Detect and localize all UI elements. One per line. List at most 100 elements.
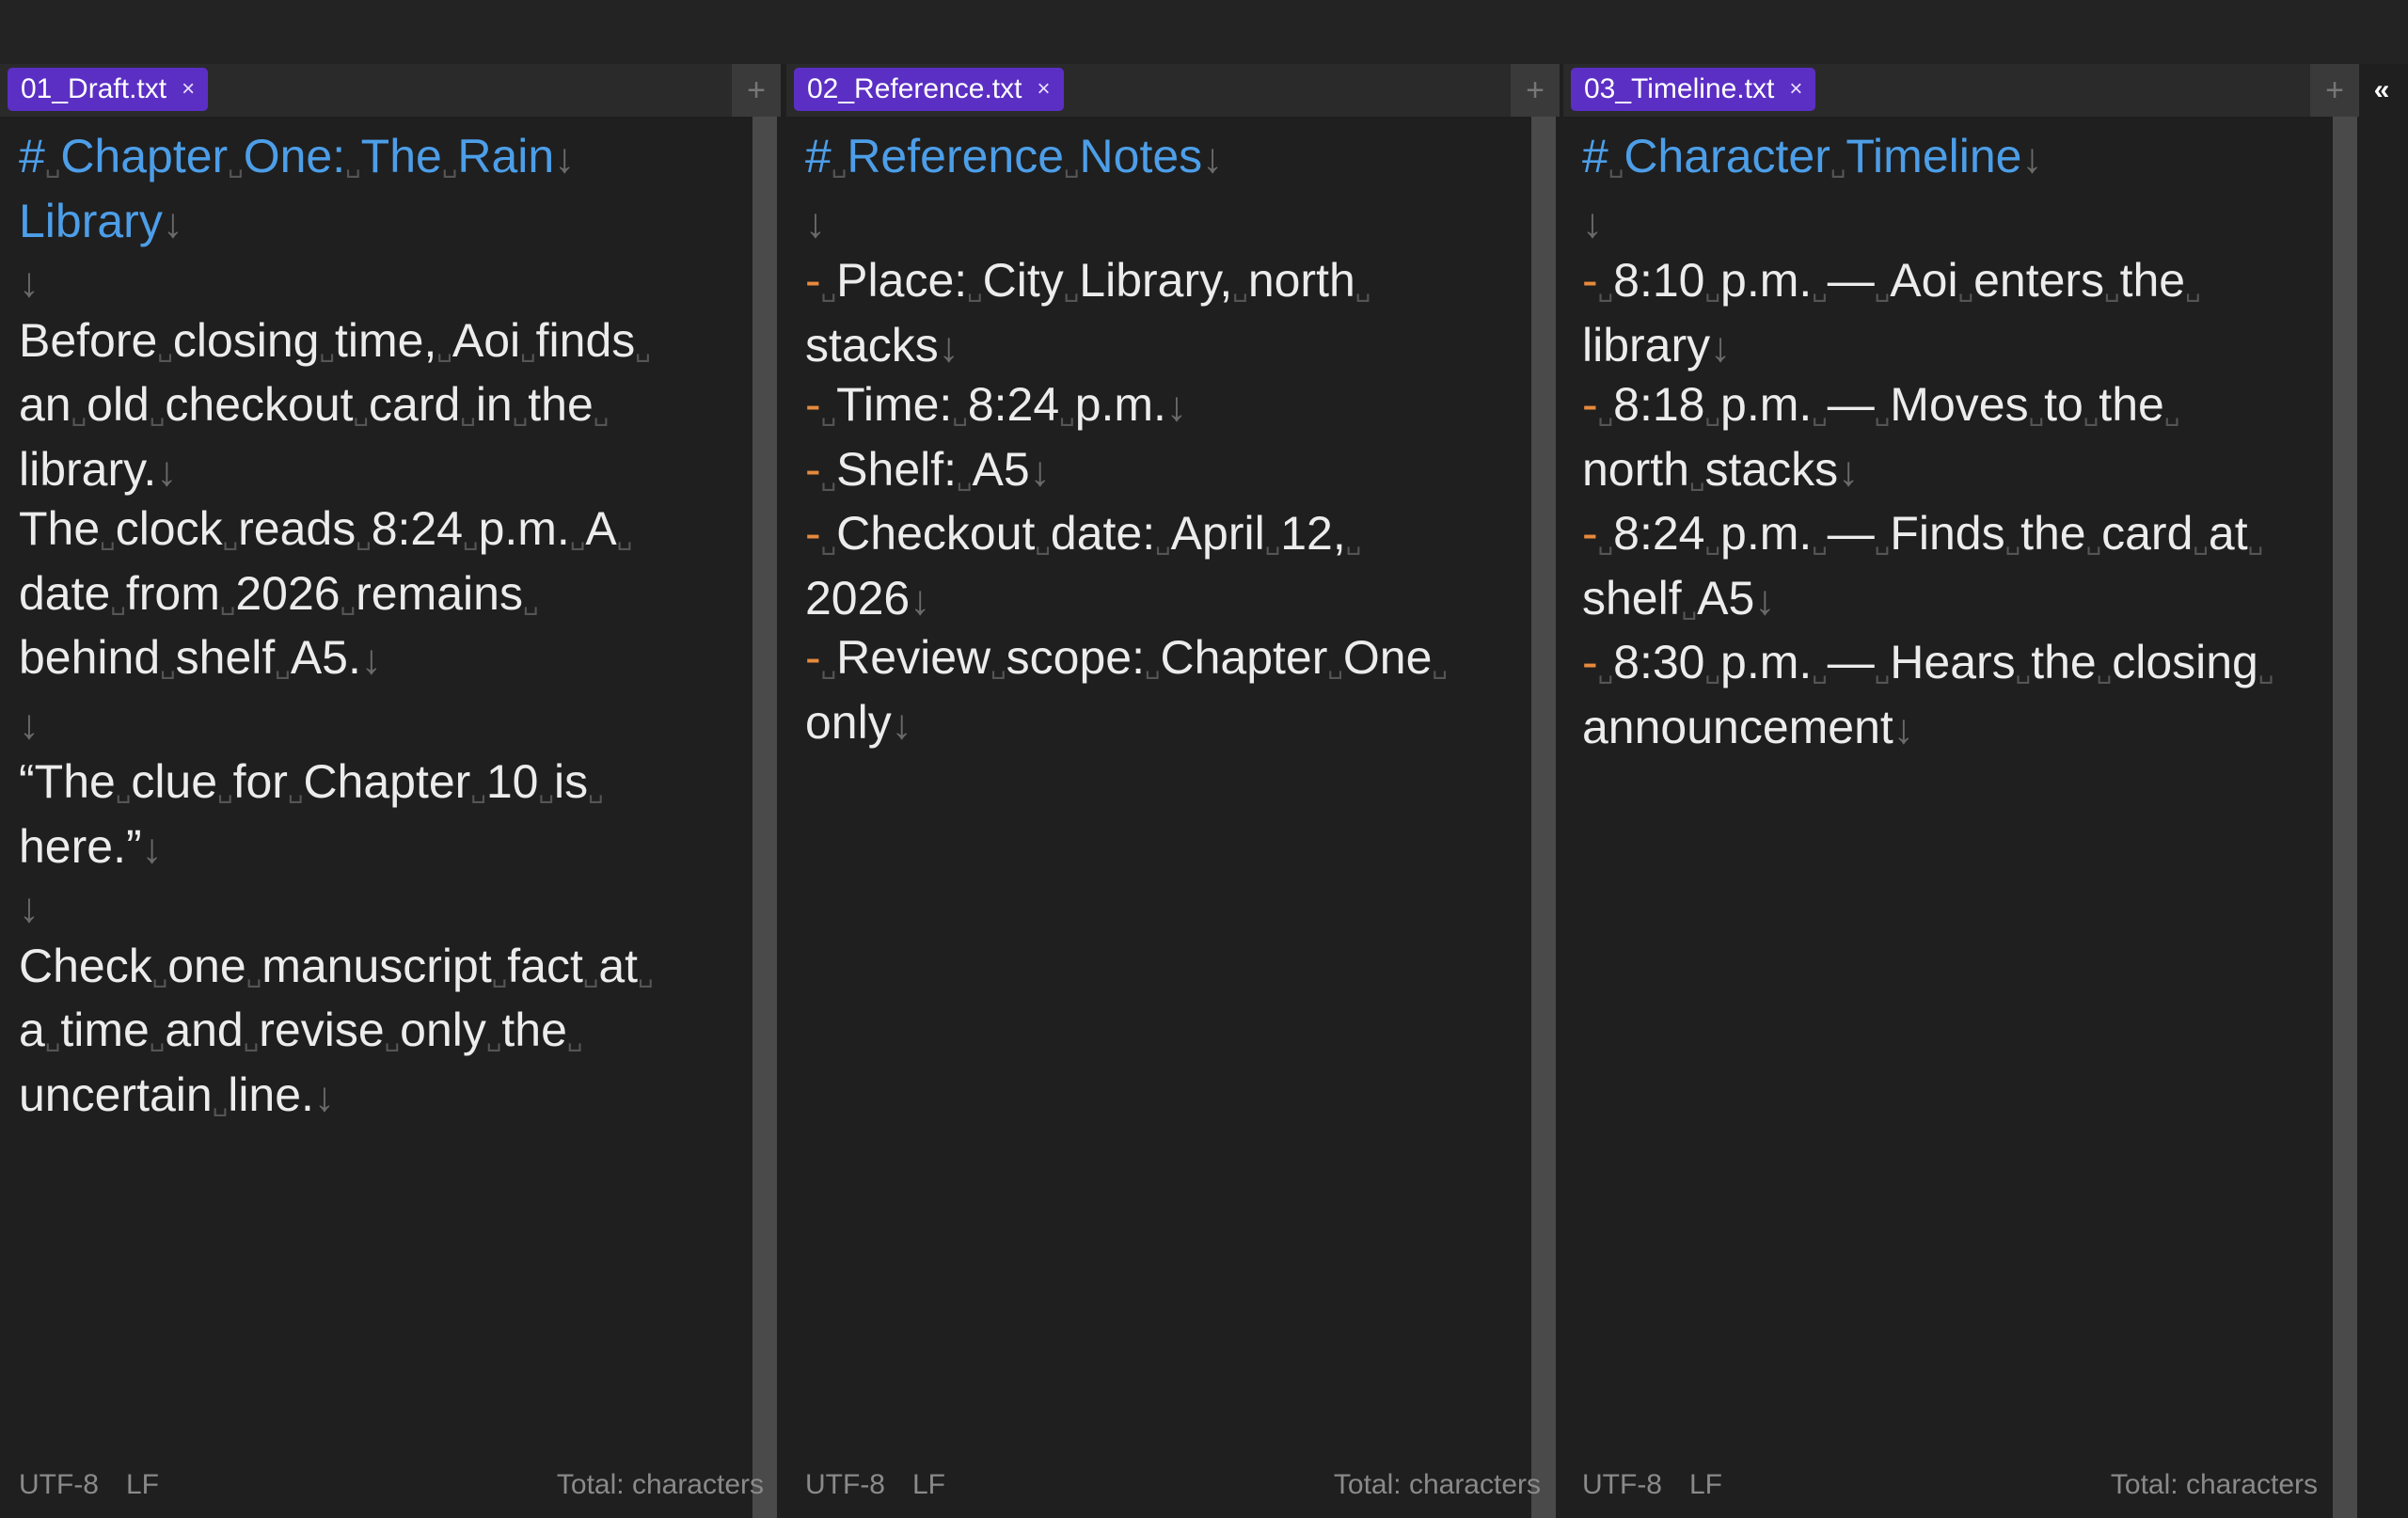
space-marker: ␣ [463, 522, 479, 550]
line-text: One [1342, 631, 1433, 684]
space-marker: ␣ [1064, 150, 1080, 178]
space-marker: ␣ [2193, 527, 2209, 555]
space-marker: ␣ [1874, 656, 1891, 684]
close-icon[interactable]: × [182, 76, 195, 103]
text-line: -␣Shelf:␣A5↓ [805, 441, 1448, 506]
line-text: Chapter [303, 755, 471, 808]
space-marker: ␣ [441, 150, 458, 178]
line-text: for [232, 755, 288, 808]
text-line: ↓ [805, 193, 1448, 253]
text-line: announcement↓ [1582, 699, 2273, 759]
line-text: “The [19, 755, 116, 808]
text-line: Before␣closing␣time,␣Aoi␣finds␣ [19, 312, 654, 377]
text-line: ↓ [1582, 193, 2273, 253]
text-line: 2026↓ [805, 570, 1448, 630]
space-marker: ␣ [228, 150, 244, 178]
newline-marker: ↓ [910, 577, 931, 624]
space-marker: ␣ [485, 1023, 502, 1052]
space-marker: ␣ [2004, 527, 2021, 555]
new-tab-button[interactable]: + [1511, 64, 1560, 117]
bullet-marker: - [805, 254, 821, 307]
collapse-panel-icon[interactable]: « [2363, 71, 2400, 109]
scrollbar[interactable] [1531, 117, 1556, 1518]
tab-reference[interactable]: 02_Reference.txt × [794, 68, 1064, 111]
space-marker: ␣ [384, 1023, 401, 1052]
space-marker: ␣ [353, 398, 370, 426]
status-bar: UTF-8 LF Total: characters [1563, 1465, 2359, 1505]
newline-marker: ↓ [162, 199, 183, 246]
space-marker: ␣ [1874, 274, 1891, 302]
line-text: 8:24 [371, 502, 464, 555]
line-text: the [2020, 507, 2086, 560]
space-marker: ␣ [588, 775, 604, 803]
newline-marker: ↓ [19, 885, 40, 931]
line-text: stacks [805, 318, 939, 372]
text-area[interactable]: #␣Reference␣Notes↓ ↓ -␣Place:␣City␣Library… [805, 128, 1448, 753]
line-text: p.m. [1074, 378, 1166, 431]
space-marker: ␣ [967, 274, 983, 302]
space-marker: ␣ [820, 462, 837, 491]
space-marker: ␣ [157, 333, 173, 362]
encoding-label[interactable]: UTF-8 [19, 1469, 99, 1501]
space-marker: ␣ [538, 775, 554, 803]
line-ending-label[interactable]: LF [1689, 1469, 1722, 1501]
line-text: Timeline [1846, 130, 2022, 182]
scrollbar[interactable] [752, 117, 777, 1518]
space-marker: ␣ [1812, 527, 1828, 555]
line-text: Time: [836, 378, 953, 431]
text-line: date␣from␣2026␣remains␣ [19, 565, 654, 630]
line-text: an [19, 378, 71, 431]
line-text: date [19, 566, 111, 620]
space-marker: ␣ [2083, 398, 2099, 426]
title-bar [0, 0, 2408, 64]
editor-pane-draft[interactable]: 01_Draft.txt × + #␣Chapter␣One:␣The␣Rain… [0, 64, 781, 1518]
tab-draft[interactable]: 01_Draft.txt × [8, 68, 209, 111]
space-marker: ␣ [1830, 150, 1846, 178]
line-ending-label[interactable]: LF [912, 1469, 945, 1501]
line-text: Checkout [836, 507, 1036, 560]
space-marker: ␣ [1704, 398, 1721, 426]
character-count: Total: characters [2110, 1469, 2318, 1500]
line-text: checkout [165, 378, 354, 431]
text-line: uncertain␣line.↓ [19, 1067, 654, 1131]
line-text: old [87, 378, 150, 431]
space-marker: ␣ [275, 651, 291, 679]
space-marker: ␣ [470, 775, 486, 803]
line-text: p.m. [1720, 254, 1813, 307]
text-area[interactable]: #␣Chapter␣One:␣The␣Rain↓ Library↓ ↓ Before␣… [19, 128, 654, 1131]
space-marker: ␣ [1144, 651, 1161, 679]
space-marker: ␣ [2096, 656, 2113, 684]
new-tab-button[interactable]: + [732, 64, 781, 117]
line-text: card [369, 378, 461, 431]
line-text: 8:24 [1613, 507, 1705, 560]
editor-pane-reference[interactable]: 02_Reference.txt × + #␣Reference␣Notes↓ ↓… [786, 64, 1560, 1518]
text-line: north␣stacks↓ [1582, 441, 2273, 506]
tab-label: 02_Reference.txt [807, 73, 1022, 104]
space-marker: ␣ [2104, 274, 2120, 302]
heading-marker: # [1582, 130, 1608, 182]
close-icon[interactable]: × [1789, 76, 1802, 103]
text-line: here.”↓ [19, 818, 654, 878]
space-marker: ␣ [2028, 398, 2045, 426]
text-line: -␣Checkout␣date:␣April␣12,␣ [805, 505, 1448, 570]
space-marker: ␣ [345, 150, 361, 178]
line-text: north [1247, 254, 1355, 307]
tab-timeline[interactable]: 03_Timeline.txt × [1571, 68, 1816, 111]
scrollbar[interactable] [2333, 117, 2357, 1518]
encoding-label[interactable]: UTF-8 [1582, 1469, 1662, 1501]
space-marker: ␣ [2085, 527, 2102, 555]
encoding-label[interactable]: UTF-8 [805, 1469, 885, 1501]
close-icon[interactable]: × [1037, 76, 1050, 103]
text-line: shelf␣A5↓ [1582, 570, 2273, 635]
space-marker: ␣ [217, 775, 233, 803]
text-area[interactable]: #␣Character␣Timeline↓ ↓ -␣8:10␣p.m.␣—␣Aoi␣… [1582, 128, 2273, 758]
new-tab-button[interactable]: + [2310, 64, 2359, 117]
line-text: one [167, 939, 246, 992]
editor-pane-timeline[interactable]: 03_Timeline.txt × + #␣Character␣Timeline… [1563, 64, 2359, 1518]
text-line: #␣Chapter␣One:␣The␣Rain↓ [19, 128, 654, 193]
space-marker: ␣ [1063, 274, 1080, 302]
line-text: 8:10 [1613, 254, 1705, 307]
text-line: -␣8:24␣p.m.␣—␣Finds␣the␣card␣at␣ [1582, 505, 2273, 570]
line-text: 12, [1280, 507, 1346, 560]
line-ending-label[interactable]: LF [126, 1469, 159, 1501]
